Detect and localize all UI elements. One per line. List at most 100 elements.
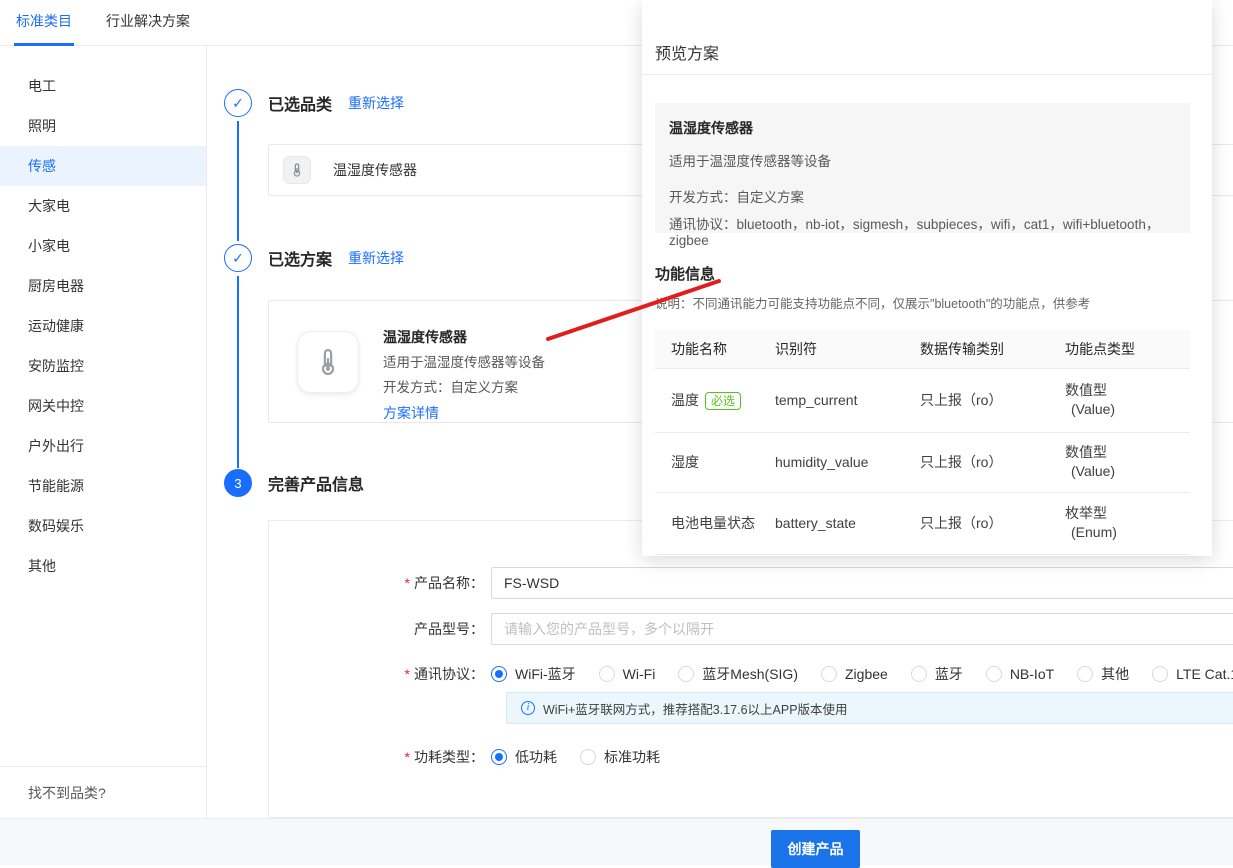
sidebar-item-gateway[interactable]: 网关中控 — [0, 386, 206, 426]
power-type-label: *功耗类型： — [269, 747, 484, 767]
table-row: 湿度 humidity_value 只上报（ro） 数值型(Value) — [655, 432, 1190, 492]
radio-nb-iot[interactable]: NB-IoT — [986, 666, 1054, 682]
product-model-label: 产品型号： — [269, 619, 484, 639]
preview-header: 预览方案 — [642, 0, 1212, 75]
solution-dev-mode: 开发方式：自定义方案 — [383, 375, 545, 400]
radio-label: 蓝牙 — [935, 664, 963, 684]
radio-low-power[interactable]: 低功耗 — [491, 747, 557, 767]
solution-name: 温湿度传感器 — [383, 325, 545, 350]
create-product-button[interactable]: 创建产品 — [771, 830, 860, 868]
radio-dot — [491, 749, 507, 765]
power-type-row: *功耗类型： 低功耗 标准功耗 — [269, 747, 660, 767]
radio-dot — [1152, 666, 1168, 682]
preview-dev-mode: 开发方式：自定义方案 — [669, 186, 1176, 206]
sidebar-item-outdoor[interactable]: 户外出行 — [0, 426, 206, 466]
step1-reselect-link[interactable]: 重新选择 — [348, 93, 404, 113]
preview-title: 预览方案 — [655, 40, 719, 64]
step2-check-icon — [224, 244, 252, 272]
function-info-note: 说明：不同通讯能力可能支持功能点不同，仅展示"bluetooth"的功能点，供参… — [655, 293, 1090, 312]
info-icon — [521, 701, 535, 715]
step2-title: 已选方案 — [268, 246, 332, 270]
radio-dot — [491, 666, 507, 682]
function-info-title: 功能信息 — [655, 263, 715, 284]
preview-solution-name: 温湿度传感器 — [669, 118, 1176, 138]
thermometer-icon — [289, 162, 305, 178]
step1-check-icon — [224, 89, 252, 117]
sidebar-item-others[interactable]: 其他 — [0, 546, 206, 586]
required-badge: 必选 — [705, 392, 741, 410]
required-mark: * — [405, 575, 410, 591]
sidebar-item-small-appliance[interactable]: 小家电 — [0, 226, 206, 266]
function-transfer: 只上报（ro） — [904, 492, 1049, 554]
sidebar-item-electrical[interactable]: 电工 — [0, 66, 206, 106]
col-function-name: 功能名称 — [655, 330, 759, 368]
radio-label: 标准功耗 — [604, 747, 660, 767]
sidebar-item-security[interactable]: 安防监控 — [0, 346, 206, 386]
tab-standard-category[interactable]: 标准类目 — [14, 0, 74, 46]
sidebar-item-digital-entertainment[interactable]: 数码娱乐 — [0, 506, 206, 546]
radio-bluetooth-mesh-sig[interactable]: 蓝牙Mesh(SIG) — [678, 664, 798, 684]
tab-industry-solution[interactable]: 行业解决方案 — [104, 0, 192, 46]
solution-detail-link[interactable]: 方案详情 — [383, 400, 545, 426]
radio-lte-cat1[interactable]: LTE Cat.1 — [1152, 666, 1233, 682]
preview-summary-card: 温湿度传感器 适用于温湿度传感器等设备 开发方式：自定义方案 通讯协议：blue… — [655, 103, 1190, 233]
radio-label: 蓝牙Mesh(SIG) — [702, 664, 798, 684]
step1-header: 已选品类 重新选择 — [224, 89, 404, 117]
radio-wifi-bluetooth[interactable]: WiFi-蓝牙 — [491, 664, 576, 684]
radio-dot — [1077, 666, 1093, 682]
radio-wifi[interactable]: Wi-Fi — [599, 666, 656, 682]
solution-info: 温湿度传感器 适用于温湿度传感器等设备 开发方式：自定义方案 方案详情 — [383, 325, 545, 422]
sidebar-item-lighting[interactable]: 照明 — [0, 106, 206, 146]
protocol-label-text: 通讯协议： — [414, 666, 484, 682]
function-identifier: battery_state — [759, 492, 904, 554]
step2-reselect-link[interactable]: 重新选择 — [348, 248, 404, 268]
radio-dot — [580, 749, 596, 765]
radio-label: 其他 — [1101, 664, 1129, 684]
cannot-find-category-link[interactable]: 找不到品类? — [0, 766, 206, 818]
radio-other[interactable]: 其他 — [1077, 664, 1129, 684]
sidebar-item-large-appliance[interactable]: 大家电 — [0, 186, 206, 226]
product-model-input[interactable] — [491, 613, 1233, 645]
sidebar-item-energy[interactable]: 节能能源 — [0, 466, 206, 506]
step-connector-line — [237, 276, 239, 468]
product-name-label-text: 产品名称： — [414, 575, 484, 591]
radio-zigbee[interactable]: Zigbee — [821, 666, 888, 682]
product-name-row: *产品名称： — [269, 567, 1233, 599]
product-model-row: 产品型号： — [269, 613, 1233, 645]
radio-bluetooth[interactable]: 蓝牙 — [911, 664, 963, 684]
function-type-sub: (Value) — [1065, 462, 1190, 481]
footer-bar: 创建产品 — [0, 818, 1233, 865]
col-datapoint-type: 功能点类型 — [1049, 330, 1190, 368]
protocol-label: *通讯协议： — [269, 664, 484, 684]
solution-icon-tile — [297, 331, 359, 393]
radio-label: WiFi-蓝牙 — [515, 664, 576, 684]
function-transfer: 只上报（ro） — [904, 432, 1049, 492]
sidebar-item-sport-health[interactable]: 运动健康 — [0, 306, 206, 346]
product-model-label-text: 产品型号： — [414, 621, 484, 637]
category-icon-tile — [283, 156, 311, 184]
radio-standard-power[interactable]: 标准功耗 — [580, 747, 660, 767]
function-name: 温度 — [671, 392, 699, 408]
radio-label: LTE Cat.1 — [1176, 666, 1233, 682]
preview-protocols: 通讯协议：bluetooth，nb-iot，sigmesh，subpieces，… — [669, 213, 1176, 248]
step2-header: 已选方案 重新选择 — [224, 244, 404, 272]
function-type-sub: (Enum) — [1065, 523, 1190, 542]
col-identifier: 识别符 — [759, 330, 904, 368]
solution-preview-panel: 预览方案 温湿度传感器 适用于温湿度传感器等设备 开发方式：自定义方案 通讯协议… — [642, 0, 1212, 556]
step3-header: 3 完善产品信息 — [224, 469, 364, 497]
step3-number-badge: 3 — [224, 469, 252, 497]
required-mark: * — [405, 749, 410, 765]
radio-dot — [821, 666, 837, 682]
solution-desc: 适用于温湿度传感器等设备 — [383, 350, 545, 375]
sidebar-item-kitchen-appliance[interactable]: 厨房电器 — [0, 266, 206, 306]
product-name-input[interactable] — [491, 567, 1233, 599]
radio-dot — [599, 666, 615, 682]
function-identifier: temp_current — [759, 368, 904, 432]
selected-category-name: 温湿度传感器 — [333, 160, 417, 180]
radio-label: 低功耗 — [515, 747, 557, 767]
power-type-radio-group: 低功耗 标准功耗 — [491, 747, 660, 767]
radio-dot — [986, 666, 1002, 682]
sidebar-item-sensor[interactable]: 传感 — [0, 146, 206, 186]
radio-dot — [911, 666, 927, 682]
category-list: 电工 照明 传感 大家电 小家电 厨房电器 运动健康 安防监控 网关中控 户外出… — [0, 46, 206, 586]
